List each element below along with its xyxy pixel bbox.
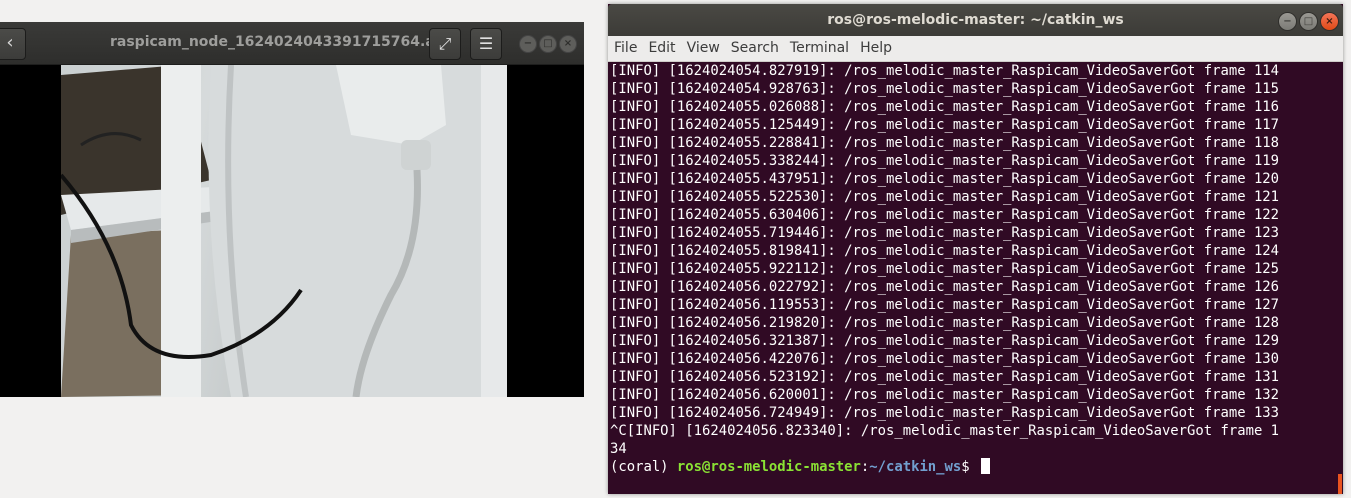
minimize-icon: − [1283, 16, 1292, 27]
scene-adapter-plug [401, 140, 431, 170]
player-title: raspicam_node_1624024043391715764.avi [110, 34, 430, 50]
fullscreen-button[interactable]: ⤢ [429, 28, 461, 60]
terminal-line: [INFO] [1624024055.437951]: /ros_melodic… [610, 171, 1280, 187]
video-scene [61, 65, 507, 397]
fullscreen-icon: ⤢ [438, 34, 452, 53]
close-icon: × [563, 38, 573, 49]
close-button[interactable]: × [559, 35, 577, 53]
terminal-line: [INFO] [1624024056.321387]: /ros_melodic… [610, 333, 1280, 349]
terminal-line: [INFO] [1624024056.620001]: /ros_melodic… [610, 387, 1280, 403]
minimize-icon: − [523, 38, 533, 49]
menu-file[interactable]: File [609, 36, 642, 61]
chevron-left-icon: ‹ [6, 32, 14, 53]
terminal-line: [INFO] [1624024054.827919]: /ros_melodic… [610, 63, 1280, 79]
terminal-line: 34 [610, 441, 627, 457]
terminal-line: [INFO] [1624024055.922112]: /ros_melodic… [610, 261, 1280, 277]
scene-adapter [336, 65, 446, 145]
back-button[interactable]: ‹ [0, 28, 26, 60]
terminal-line: ^C[INFO] [1624024056.823340]: /ros_melod… [610, 423, 1280, 439]
terminal-line: [INFO] [1624024056.422076]: /ros_melodic… [610, 351, 1280, 367]
video-player-window: ‹ raspicam_node_1624024043391715764.avi … [0, 22, 584, 397]
prompt-separator: : [860, 459, 870, 475]
prompt-symbol: $ [961, 459, 978, 475]
terminal-titlebar[interactable]: ros@ros-melodic-master: ~/catkin_ws − □ … [608, 4, 1343, 36]
hamburger-icon: ☰ [478, 34, 494, 53]
terminal-line: [INFO] [1624024055.630406]: /ros_melodic… [610, 207, 1280, 223]
terminal-line: [INFO] [1624024056.022792]: /ros_melodic… [610, 279, 1280, 295]
menu-button[interactable]: ☰ [470, 28, 502, 60]
terminal-close-button[interactable]: × [1320, 12, 1339, 31]
scene-post [161, 65, 201, 397]
terminal-line: [INFO] [1624024055.522530]: /ros_melodic… [610, 189, 1280, 205]
terminal-title: ros@ros-melodic-master: ~/catkin_ws [827, 12, 1124, 28]
video-frame-image [61, 65, 507, 397]
menu-view[interactable]: View [682, 36, 725, 61]
maximize-button[interactable]: □ [539, 35, 557, 53]
prompt-path: ~/catkin_ws [869, 459, 962, 475]
terminal-line: [INFO] [1624024054.928763]: /ros_melodic… [610, 81, 1280, 97]
minimize-button[interactable]: − [519, 35, 537, 53]
menu-edit[interactable]: Edit [643, 36, 680, 61]
terminal-line: [INFO] [1624024055.228841]: /ros_melodic… [610, 135, 1280, 151]
menu-terminal[interactable]: Terminal [785, 36, 854, 61]
terminal-prompt-line[interactable]: (coral) ros@ros-melodic-master:~/catkin_… [610, 458, 1334, 476]
terminal-line: [INFO] [1624024055.125449]: /ros_melodic… [610, 117, 1280, 133]
prompt-env: (coral) [610, 459, 677, 475]
terminal-minimize-button[interactable]: − [1278, 12, 1297, 31]
terminal-line: [INFO] [1624024055.338244]: /ros_melodic… [610, 153, 1280, 169]
terminal-line: [INFO] [1624024055.819841]: /ros_melodic… [610, 243, 1280, 259]
terminal-output[interactable]: [INFO] [1624024054.827919]: /ros_melodic… [610, 62, 1334, 488]
terminal-line: [INFO] [1624024056.724949]: /ros_melodic… [610, 405, 1280, 421]
terminal-line: [INFO] [1624024055.719446]: /ros_melodic… [610, 225, 1280, 241]
terminal-scrollbar[interactable] [1338, 474, 1342, 494]
scene-bright-wall [481, 65, 507, 397]
terminal-line: [INFO] [1624024056.219820]: /ros_melodic… [610, 315, 1280, 331]
terminal-line: [INFO] [1624024056.119553]: /ros_melodic… [610, 297, 1280, 313]
player-header-bar: ‹ raspicam_node_1624024043391715764.avi … [0, 22, 584, 65]
prompt-user: ros@ros-melodic-master [676, 459, 861, 475]
terminal-menubar: File Edit View Search Terminal Help [608, 36, 1343, 62]
terminal-maximize-button[interactable]: □ [1299, 12, 1318, 31]
terminal-window: ros@ros-melodic-master: ~/catkin_ws − □ … [608, 4, 1343, 494]
close-icon: × [1325, 16, 1334, 27]
maximize-icon: □ [1303, 16, 1314, 27]
video-display[interactable] [0, 65, 584, 397]
terminal-line: [INFO] [1624024055.026088]: /ros_melodic… [610, 99, 1280, 115]
terminal-line: [INFO] [1624024056.523192]: /ros_melodic… [610, 369, 1280, 385]
text-cursor [981, 458, 990, 474]
menu-search[interactable]: Search [726, 36, 784, 61]
menu-help[interactable]: Help [855, 36, 897, 61]
maximize-icon: □ [543, 38, 553, 49]
